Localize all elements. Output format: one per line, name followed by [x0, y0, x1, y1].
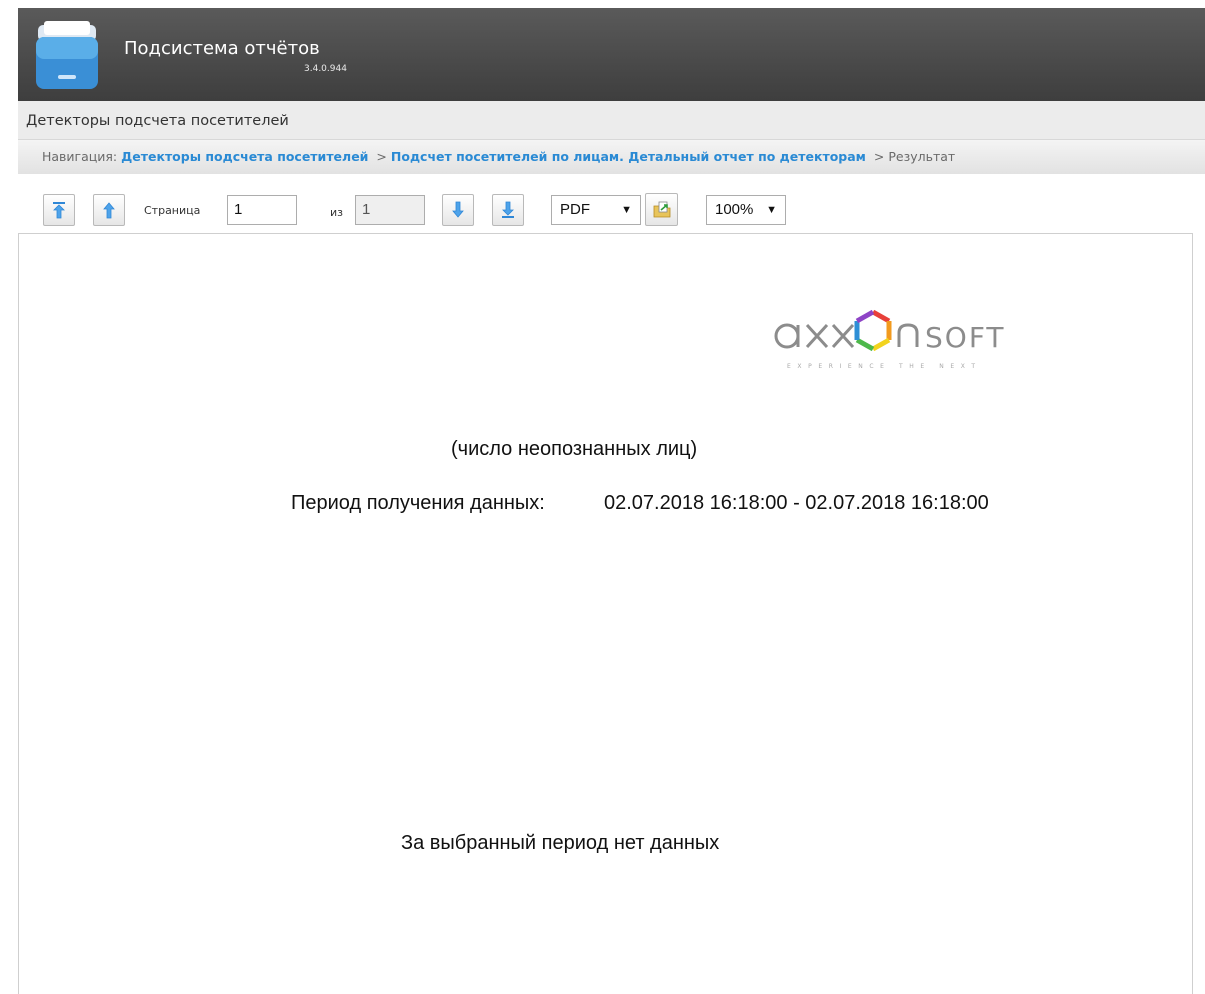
axxonsoft-logo: SOFT EXPERIENCE THE NEXT [774, 309, 1006, 370]
chevron-down-icon: ▼ [621, 204, 632, 216]
page-input[interactable]: 1 [227, 195, 297, 225]
last-page-button[interactable] [492, 194, 524, 226]
section-title: Детекторы подсчета посетителей [26, 113, 289, 129]
report-subtitle: (число неопознанных лиц) [451, 438, 698, 460]
period-label: Период получения данных: [291, 492, 545, 514]
section-bar: Детекторы подсчета посетителей [18, 101, 1205, 140]
folder-icon [36, 21, 98, 89]
breadcrumb-separator: > [873, 149, 885, 164]
export-button[interactable] [645, 193, 678, 226]
export-format-select[interactable]: PDF ▼ [551, 195, 641, 225]
next-page-icon [452, 201, 464, 218]
zoom-select[interactable]: 100% ▼ [706, 195, 786, 225]
no-data-message: За выбранный период нет данных [401, 832, 720, 854]
app-header: Подсистема отчётов 3.4.0.944 [18, 8, 1205, 101]
export-format-value: PDF [560, 201, 590, 218]
breadcrumb-link-detectors[interactable]: Детекторы подсчета посетителей [121, 149, 368, 164]
svg-text:SOFT: SOFT [925, 321, 1006, 354]
app-version: 3.4.0.944 [304, 64, 347, 74]
prev-page-icon [103, 202, 115, 219]
export-icon [653, 201, 670, 217]
breadcrumb-link-report[interactable]: Подсчет посетителей по лицам. Детальный … [391, 149, 866, 164]
report-page: SOFT EXPERIENCE THE NEXT (число неопозна… [18, 233, 1193, 994]
prev-page-button[interactable] [93, 194, 125, 226]
of-label: из [330, 206, 343, 219]
zoom-value: 100% [715, 201, 754, 218]
first-page-button[interactable] [43, 194, 75, 226]
breadcrumb-prefix: Навигация: [42, 149, 118, 164]
chevron-down-icon: ▼ [766, 204, 777, 216]
period-value: 02.07.2018 16:18:00 - 02.07.2018 16:18:0… [604, 492, 989, 514]
breadcrumb-bar: Навигация: Детекторы подсчета посетителе… [18, 140, 1205, 174]
next-page-button[interactable] [442, 194, 474, 226]
last-page-icon [502, 201, 514, 218]
breadcrumb: Навигация: Детекторы подсчета посетителе… [42, 149, 955, 164]
svg-text:EXPERIENCE THE NEXT: EXPERIENCE THE NEXT [787, 363, 982, 370]
first-page-icon [53, 202, 65, 219]
breadcrumb-current: Результат [888, 149, 956, 164]
breadcrumb-separator: > [376, 149, 387, 164]
page-label: Страница [144, 204, 201, 217]
total-pages-field: 1 [355, 195, 425, 225]
app-title: Подсистема отчётов [124, 38, 320, 59]
